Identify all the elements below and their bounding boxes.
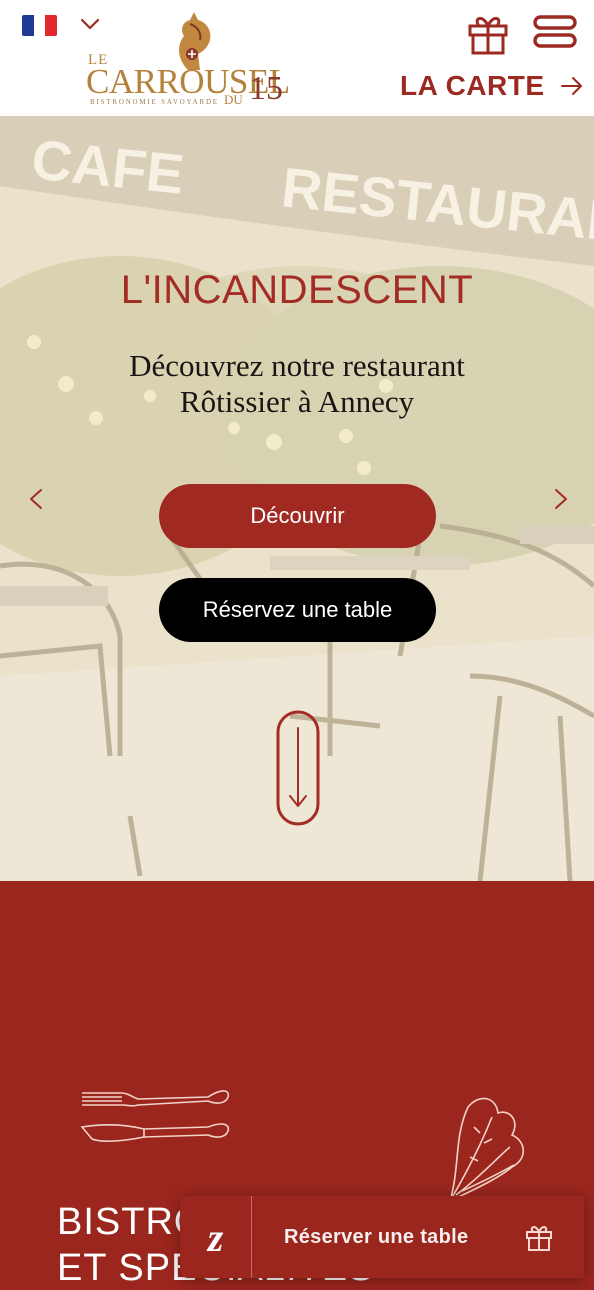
floating-reservation-bar[interactable]: z Réserver une table: [180, 1196, 584, 1278]
site-logo[interactable]: LE CARROUSEL DU 15 BISTRONOMIE SAVOYARDE: [86, 10, 290, 110]
zenchef-logo-icon: z: [180, 1196, 252, 1278]
hero-subtitle-line: Découvrez notre restaurant: [129, 348, 465, 383]
leaf-icon: [448, 1097, 525, 1203]
french-flag-icon[interactable]: [22, 15, 57, 36]
chevron-left-icon[interactable]: [28, 488, 44, 510]
floating-reserve-label[interactable]: Réserver une table: [284, 1226, 468, 1249]
la-carte-link[interactable]: LA CARTE: [400, 70, 583, 102]
hero-subtitle-line: Rôtissier à Annecy: [179, 384, 415, 419]
hero-slider: CAFE RESTAURANT L'INCANDESCENT Découvrez…: [0, 116, 594, 881]
site-header: LE CARROUSEL DU 15 BISTRONOMIE SAVOYARDE…: [0, 0, 594, 116]
hamburger-menu-icon[interactable]: [532, 14, 578, 50]
gift-icon[interactable]: [524, 1222, 554, 1252]
logo-tagline: BISTRONOMIE SAVOYARDE: [90, 98, 219, 106]
arrow-right-icon: [560, 77, 582, 95]
scroll-down-arrow-icon[interactable]: [276, 710, 320, 826]
hero-subtitle: Découvrez notre restaurant Rôtissier à A…: [0, 348, 594, 420]
fork-knife-icon: [80, 1090, 230, 1142]
la-carte-label: LA CARTE: [400, 70, 545, 101]
logo-number: 15: [249, 70, 283, 107]
reserve-table-button[interactable]: Réservez une table: [159, 578, 436, 642]
hero-title: L'INCANDESCENT: [120, 268, 474, 312]
chevron-right-icon[interactable]: [553, 488, 569, 510]
logo-du: DU: [224, 92, 243, 107]
gift-icon[interactable]: [465, 10, 511, 56]
discover-button[interactable]: Découvrir: [159, 484, 436, 548]
